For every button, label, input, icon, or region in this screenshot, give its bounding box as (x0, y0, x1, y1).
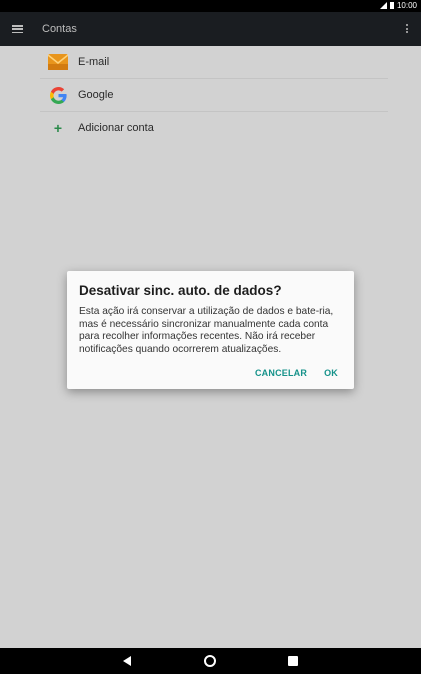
account-item-google[interactable]: Google (40, 79, 388, 112)
signal-icon (379, 2, 387, 9)
dialog-message: Esta ação irá conservar a utilização de … (79, 306, 334, 355)
dialog-actions: CANCELAR OK (255, 368, 338, 378)
email-icon (48, 53, 68, 71)
back-icon[interactable] (123, 656, 131, 666)
confirm-dialog: Desativar sinc. auto. de dados? Esta açã… (67, 271, 354, 389)
navigation-bar (0, 648, 421, 674)
add-account-button[interactable]: + Adicionar conta (40, 112, 388, 145)
account-item-label: E-mail (78, 56, 110, 68)
account-item-label: Google (78, 89, 114, 101)
status-icons: 10:00 (379, 1, 417, 10)
home-icon[interactable] (204, 655, 216, 667)
clock: 10:00 (396, 1, 417, 10)
page-title: Contas (42, 23, 77, 35)
add-account-label: Adicionar conta (78, 122, 154, 134)
app-bar: Contas (0, 12, 421, 46)
account-list: E-mail Google + Adicionar conta (40, 46, 388, 145)
dialog-title: Desativar sinc. auto. de dados? (79, 283, 282, 298)
menu-icon[interactable] (12, 25, 23, 34)
more-options-icon[interactable] (406, 24, 408, 34)
status-bar: 10:00 (0, 0, 421, 12)
google-icon (48, 86, 68, 104)
screen: 10:00 Contas E-mail Google + Adicionar c… (0, 0, 421, 674)
ok-button[interactable]: OK (324, 368, 338, 378)
battery-icon (389, 2, 394, 9)
cancel-button[interactable]: CANCELAR (255, 368, 307, 378)
plus-icon: + (53, 120, 63, 136)
recents-icon[interactable] (288, 656, 298, 666)
account-item-email[interactable]: E-mail (40, 46, 388, 79)
